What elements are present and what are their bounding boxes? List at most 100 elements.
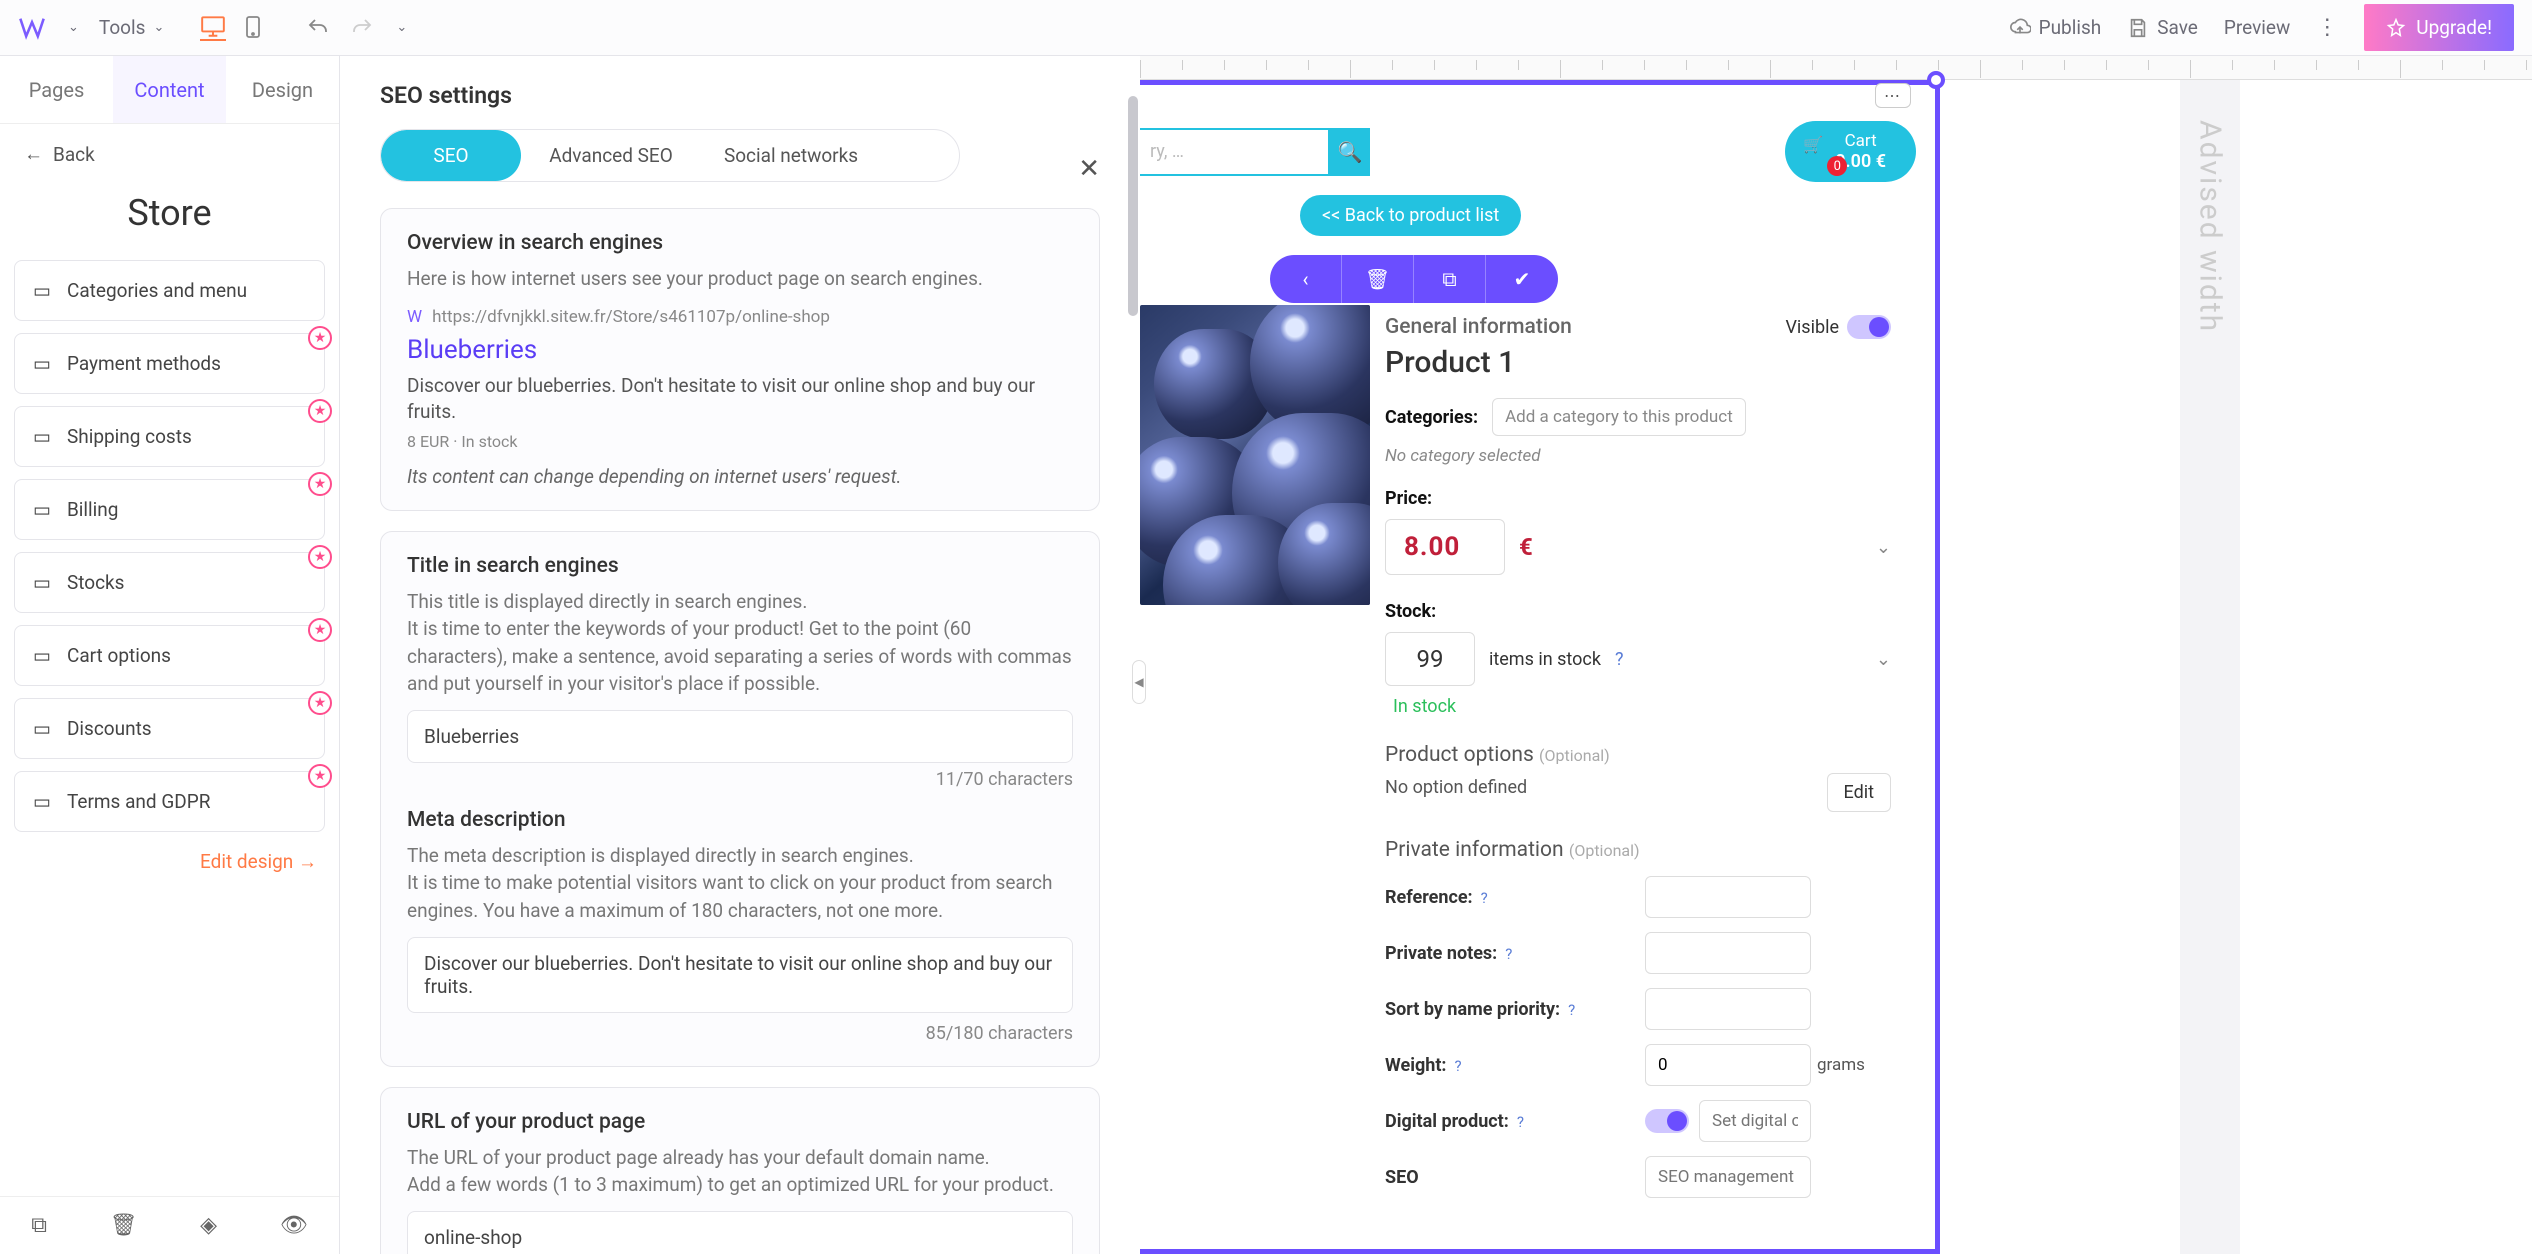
seo-title-input[interactable] (407, 710, 1073, 763)
scrollbar-thumb[interactable] (1128, 96, 1138, 316)
back-to-list-button[interactable]: << Back to product list (1300, 195, 1521, 236)
publish-button[interactable]: Publish (2009, 16, 2102, 39)
seo-management-input[interactable] (1645, 1156, 1811, 1198)
preview-button[interactable]: Preview (2224, 16, 2290, 39)
nav-stocks[interactable]: ▭Stocks★ (14, 552, 325, 613)
stock-input[interactable] (1385, 632, 1475, 686)
overview-title: Overview in search engines (407, 231, 1073, 255)
seo-meta-input[interactable]: Discover our blueberries. Don't hesitate… (407, 937, 1073, 1013)
tab-pages[interactable]: Pages (0, 56, 113, 123)
device-desktop-icon[interactable] (200, 15, 226, 41)
price-expand-icon[interactable]: ⌄ (1876, 537, 1891, 558)
eye-icon[interactable]: 👁 (280, 1213, 308, 1238)
overview-subtitle: Here is how internet users see your prod… (407, 265, 1073, 293)
nav-cart-options[interactable]: ▭Cart options★ (14, 625, 325, 686)
tab-design[interactable]: Design (226, 56, 339, 123)
edit-design-link[interactable]: Edit design → (0, 832, 339, 892)
help-icon[interactable]: ? (1481, 889, 1488, 907)
advised-width-guide: Advised width (2180, 80, 2240, 1254)
resize-handle[interactable] (1927, 71, 1945, 89)
folder-icon: ▭ (33, 279, 51, 302)
visible-toggle[interactable] (1847, 315, 1891, 339)
duplicate-icon[interactable]: ⧉ (31, 1213, 47, 1238)
seo-tab-advanced[interactable]: Advanced SEO (521, 130, 701, 181)
collapse-panel-handle[interactable]: ◀ (1132, 660, 1146, 704)
history-dropdown[interactable]: ⌄ (394, 20, 407, 35)
nav-categories[interactable]: ▭Categories and menu (14, 260, 325, 321)
digital-content-input[interactable] (1699, 1100, 1811, 1142)
favicon-icon: W (407, 307, 422, 327)
overview-note: Its content can change depending on inte… (407, 465, 1073, 488)
device-mobile-icon[interactable] (244, 15, 262, 41)
search-button[interactable]: 🔍 (1330, 128, 1370, 176)
no-category-text: No category selected (1385, 446, 1891, 466)
help-icon[interactable]: ? (1615, 649, 1624, 670)
cart-button[interactable]: 🛒 0 Cart 0.00 € (1785, 121, 1916, 182)
app-logo-icon (18, 14, 46, 42)
help-icon[interactable]: ? (1568, 1001, 1575, 1019)
star-badge-icon: ★ (308, 326, 332, 350)
overview-card: Overview in search engines Here is how i… (380, 208, 1100, 511)
notes-input[interactable] (1645, 932, 1811, 974)
logo-dropdown[interactable]: ⌄ (66, 20, 79, 35)
nav-billing[interactable]: ▭Billing★ (14, 479, 325, 540)
layers-icon[interactable]: ◈ (200, 1213, 217, 1238)
ruler (1140, 56, 2532, 80)
toolbar-delete-button[interactable]: 🗑 (1342, 255, 1414, 303)
help-icon[interactable]: ? (1517, 1113, 1524, 1131)
search-input[interactable]: ry, … (1140, 128, 1330, 176)
title-card: Title in search engines This title is di… (380, 531, 1100, 1067)
edit-options-button[interactable]: Edit (1827, 773, 1891, 812)
product-name[interactable]: Product 1 (1385, 345, 1891, 380)
stock-expand-icon[interactable]: ⌄ (1876, 649, 1891, 670)
seo-url-input[interactable] (407, 1211, 1073, 1254)
upgrade-button[interactable]: Upgrade! (2364, 4, 2514, 51)
product-image[interactable] (1140, 305, 1370, 605)
nav-terms[interactable]: ▭Terms and GDPR★ (14, 771, 325, 832)
nav-discounts[interactable]: ▭Discounts★ (14, 698, 325, 759)
url-card-heading: URL of your product page (407, 1110, 1073, 1134)
undo-button[interactable] (306, 16, 330, 40)
stock-label: Stock: (1385, 601, 1891, 622)
star-badge-icon: ★ (308, 764, 332, 788)
close-icon[interactable]: ✕ (1078, 154, 1100, 184)
receipt-icon: ▭ (33, 498, 51, 521)
save-button[interactable]: Save (2127, 16, 2198, 39)
category-input[interactable]: Add a category to this product (1492, 398, 1746, 436)
drag-handle-icon[interactable]: ⋯ (1875, 83, 1911, 108)
help-icon[interactable]: ? (1505, 945, 1512, 963)
reference-input[interactable] (1645, 876, 1811, 918)
no-option-text: No option defined (1385, 777, 1527, 798)
sort-input[interactable] (1645, 988, 1811, 1030)
seo-tab-seo[interactable]: SEO (381, 130, 521, 181)
tools-menu[interactable]: Tools⌄ (99, 16, 164, 39)
nav-shipping[interactable]: ▭Shipping costs★ (14, 406, 325, 467)
toolbar-confirm-button[interactable]: ✔ (1486, 255, 1558, 303)
box-icon: ▭ (33, 571, 51, 594)
nav-payment[interactable]: ▭Payment methods★ (14, 333, 325, 394)
price-input[interactable] (1385, 519, 1505, 575)
more-menu-icon[interactable]: ⋮ (2316, 15, 2338, 40)
sort-label: Sort by name priority: (1385, 999, 1560, 1020)
price-label: Price: (1385, 488, 1891, 509)
selection-frame[interactable]: ⋯ ry, … 🔍 🛒 0 Cart 0.00 € << Back to pro… (1140, 80, 1940, 1254)
digital-toggle[interactable] (1645, 1109, 1689, 1133)
back-button[interactable]: ← Back (0, 124, 339, 184)
toolbar-prev-button[interactable]: ‹ (1270, 255, 1342, 303)
tag-icon: ▭ (33, 717, 51, 740)
title-help-1: This title is displayed directly in sear… (407, 588, 1073, 616)
redo-button[interactable] (350, 16, 374, 40)
toolbar-duplicate-button[interactable]: ⧉ (1414, 255, 1486, 303)
trash-icon[interactable]: 🗑 (110, 1213, 138, 1238)
in-stock-status: In stock (1393, 696, 1891, 717)
cart-label: Cart (1835, 131, 1886, 151)
categories-label: Categories: (1385, 407, 1478, 428)
tab-content[interactable]: Content (113, 56, 226, 123)
help-icon[interactable]: ? (1455, 1057, 1462, 1075)
url-help-2: Add a few words (1 to 3 maximum) to get … (407, 1171, 1073, 1199)
weight-input[interactable] (1645, 1044, 1811, 1086)
seo-tab-social[interactable]: Social networks (701, 130, 881, 181)
panel-title: Store (0, 184, 339, 260)
star-badge-icon: ★ (308, 545, 332, 569)
star-badge-icon: ★ (308, 472, 332, 496)
